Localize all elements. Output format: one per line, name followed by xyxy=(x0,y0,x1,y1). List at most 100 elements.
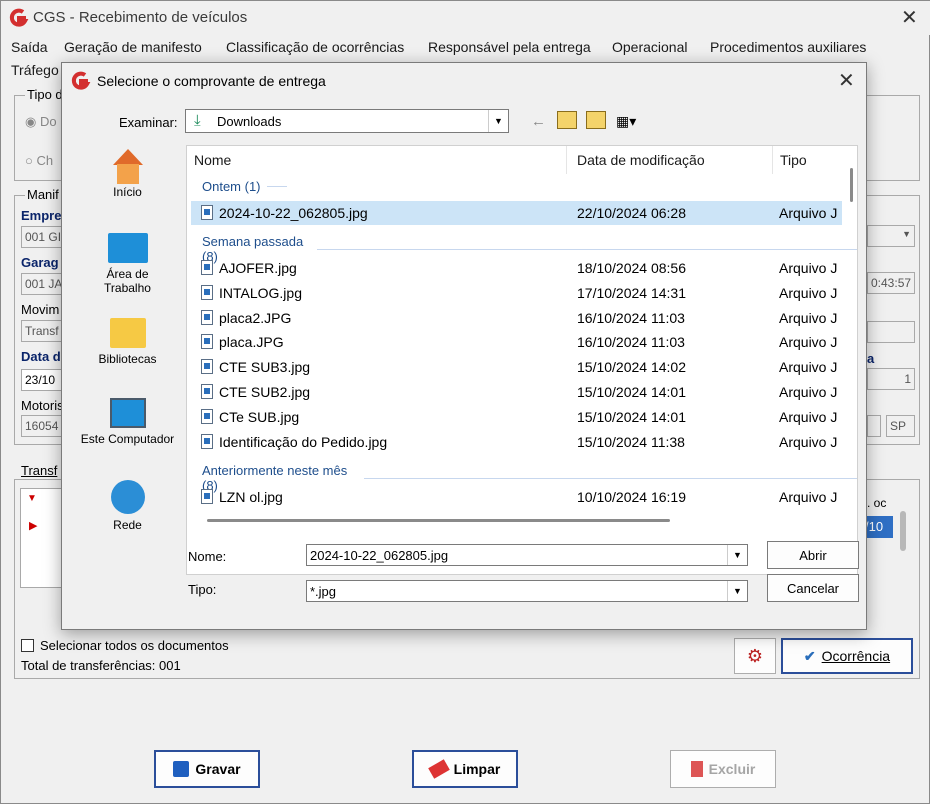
file-row[interactable]: Identificação do Pedido.jpg 15/10/2024 11… xyxy=(191,430,842,454)
image-file-icon xyxy=(201,285,213,300)
column-data[interactable]: Data de modificação xyxy=(570,146,773,174)
close-icon[interactable]: ✕ xyxy=(901,8,918,28)
motorista-label: Motoris xyxy=(21,398,64,413)
time-field: 0:43:57 xyxy=(867,272,915,294)
image-file-icon xyxy=(201,409,213,424)
back-arrow-icon[interactable]: ← xyxy=(531,113,546,130)
file-row[interactable]: placa.JPG 16/10/2024 11:03 Arquivo J xyxy=(191,330,842,354)
number-field: 1 xyxy=(867,368,915,390)
menu-trafego[interactable]: Tráfego xyxy=(11,62,59,78)
transfer-grid[interactable]: ▼ ▶ xyxy=(20,488,62,588)
column-nome[interactable]: Nome xyxy=(187,146,567,174)
sort-arrow-icon: ▼ xyxy=(27,493,37,504)
file-row[interactable]: 2024-10-22_062805.jpg 22/10/2024 06:28 A… xyxy=(191,201,842,225)
settings-button[interactable]: ⚙ xyxy=(734,638,776,674)
file-row[interactable]: INTALOG.jpg 17/10/2024 14:31 Arquivo J xyxy=(191,281,842,305)
file-row[interactable]: CTe SUB.jpg 15/10/2024 14:01 Arquivo J xyxy=(191,405,842,429)
download-arrow-icon: ⤓ xyxy=(194,112,201,129)
menu-saida[interactable]: Saída xyxy=(11,39,48,55)
nome-input[interactable]: 2024-10-22_062805.jpg ▼ xyxy=(306,544,748,566)
network-globe-icon xyxy=(110,480,145,514)
uf-field: SP xyxy=(886,415,915,437)
floppy-save-icon xyxy=(173,761,190,777)
horizontal-scrollbar[interactable] xyxy=(207,519,670,522)
dialog-title: Selecione o comprovante de entrega xyxy=(97,73,326,89)
row-pointer-icon: ▶ xyxy=(29,520,38,532)
tipo-select[interactable]: *.jpg ▼ xyxy=(306,580,748,602)
checkbox-icon xyxy=(21,639,34,652)
gears-icon: ⚙ xyxy=(746,645,764,666)
radio-ch[interactable]: ○ Ch xyxy=(25,153,53,168)
cancelar-button[interactable]: Cancelar xyxy=(767,574,859,602)
menu-classificacao[interactable]: Classificação de ocorrências xyxy=(226,39,404,55)
data-label: Data d xyxy=(21,349,61,364)
computer-icon xyxy=(109,398,146,428)
place-bibliotecas[interactable]: Bibliotecas xyxy=(70,318,185,366)
chevron-down-icon: ▼ xyxy=(488,110,508,132)
blank-field xyxy=(867,321,915,343)
image-file-icon xyxy=(201,205,213,220)
file-row[interactable]: CTE SUB3.jpg 15/10/2024 14:02 Arquivo J xyxy=(191,355,842,379)
place-rede[interactable]: Rede xyxy=(70,480,185,532)
examinar-label: Examinar: xyxy=(119,115,178,130)
chevron-down-icon: ▼ xyxy=(902,229,911,239)
dialog-close-icon[interactable]: ✕ xyxy=(838,71,855,91)
place-area-trabalho[interactable]: Área de Trabalho xyxy=(70,233,185,295)
image-file-icon xyxy=(201,334,213,349)
trash-icon xyxy=(690,761,703,777)
window-title: CGS - Recebimento de veículos xyxy=(33,9,248,26)
grid-scrollbar[interactable] xyxy=(900,511,906,551)
manifesto-group-label: Manif xyxy=(25,187,61,202)
small-field xyxy=(867,415,881,437)
place-este-computador[interactable]: Este Computador xyxy=(70,398,185,446)
menu-procedimentos[interactable]: Procedimentos auxiliares xyxy=(710,39,866,55)
gravar-button[interactable]: Gravar xyxy=(154,750,260,788)
menu-operacional[interactable]: Operacional xyxy=(612,39,688,55)
total-transferencias: Total de transferências: 001 xyxy=(21,658,181,673)
home-icon xyxy=(109,149,147,185)
chevron-down-icon: ▼ xyxy=(727,545,747,565)
abrir-button[interactable]: Abrir xyxy=(767,541,859,569)
grid-col-header: . oc xyxy=(867,496,887,510)
file-list[interactable]: Nome Data de modificação Tipo Ontem (1) … xyxy=(186,145,858,575)
right-combo[interactable]: ▼ xyxy=(867,225,915,247)
file-row[interactable]: placa2.JPG 16/10/2024 11:03 Arquivo J xyxy=(191,306,842,330)
examinar-value: Downloads xyxy=(217,114,282,129)
image-file-icon xyxy=(201,260,213,275)
tab-transferencias[interactable]: Transf xyxy=(21,463,57,478)
nome-label: Nome: xyxy=(188,549,227,564)
eraser-icon xyxy=(427,759,450,779)
group-header[interactable]: Ontem (1) xyxy=(202,179,287,194)
file-row[interactable]: LZN ol.jpg 10/10/2024 16:19 Arquivo J xyxy=(191,485,842,509)
column-tipo[interactable]: Tipo xyxy=(773,146,843,174)
file-row[interactable]: CTE SUB2.jpg 15/10/2024 14:01 Arquivo J xyxy=(191,380,842,404)
cgs-logo-icon xyxy=(71,71,91,90)
places-bar: Início Área de Trabalho Bibliotecas Este… xyxy=(70,143,185,573)
menu-geracao-manifesto[interactable]: Geração de manifesto xyxy=(64,39,202,55)
title-bar: CGS - Recebimento de veículos ✕ xyxy=(1,1,930,35)
radio-do[interactable]: ◉ Do xyxy=(25,114,57,130)
file-row[interactable]: AJOFER.jpg 18/10/2024 08:56 Arquivo J xyxy=(191,256,842,280)
select-all-checkbox[interactable]: Selecionar todos os documentos xyxy=(21,638,229,653)
view-menu-icon[interactable]: ▦▾ xyxy=(616,113,636,130)
ocorrencia-button[interactable]: ✔ Ocorrência xyxy=(781,638,913,674)
movimento-label: Movim xyxy=(21,302,60,317)
cgs-logo-icon xyxy=(9,8,29,27)
garagem-label: Garag xyxy=(21,255,59,270)
limpar-button[interactable]: Limpar xyxy=(412,750,518,788)
image-file-icon xyxy=(201,359,213,374)
place-inicio[interactable]: Início xyxy=(70,149,185,199)
menu-responsavel[interactable]: Responsável pela entrega xyxy=(428,39,591,55)
image-file-icon xyxy=(201,384,213,399)
number-label: a xyxy=(867,351,875,366)
examinar-combo[interactable]: ⤓ Downloads ▼ xyxy=(185,109,509,133)
grid-selected-cell[interactable]: /10 xyxy=(863,516,893,538)
up-folder-icon[interactable] xyxy=(557,111,577,129)
new-folder-icon[interactable] xyxy=(586,111,606,129)
desktop-icon xyxy=(107,233,148,263)
tipo-group-label: Tipo d xyxy=(25,87,65,102)
excluir-button[interactable]: Excluir xyxy=(670,750,776,788)
vertical-scrollbar[interactable] xyxy=(850,168,853,202)
check-icon: ✔ xyxy=(803,647,816,664)
chevron-down-icon: ▼ xyxy=(727,581,747,601)
